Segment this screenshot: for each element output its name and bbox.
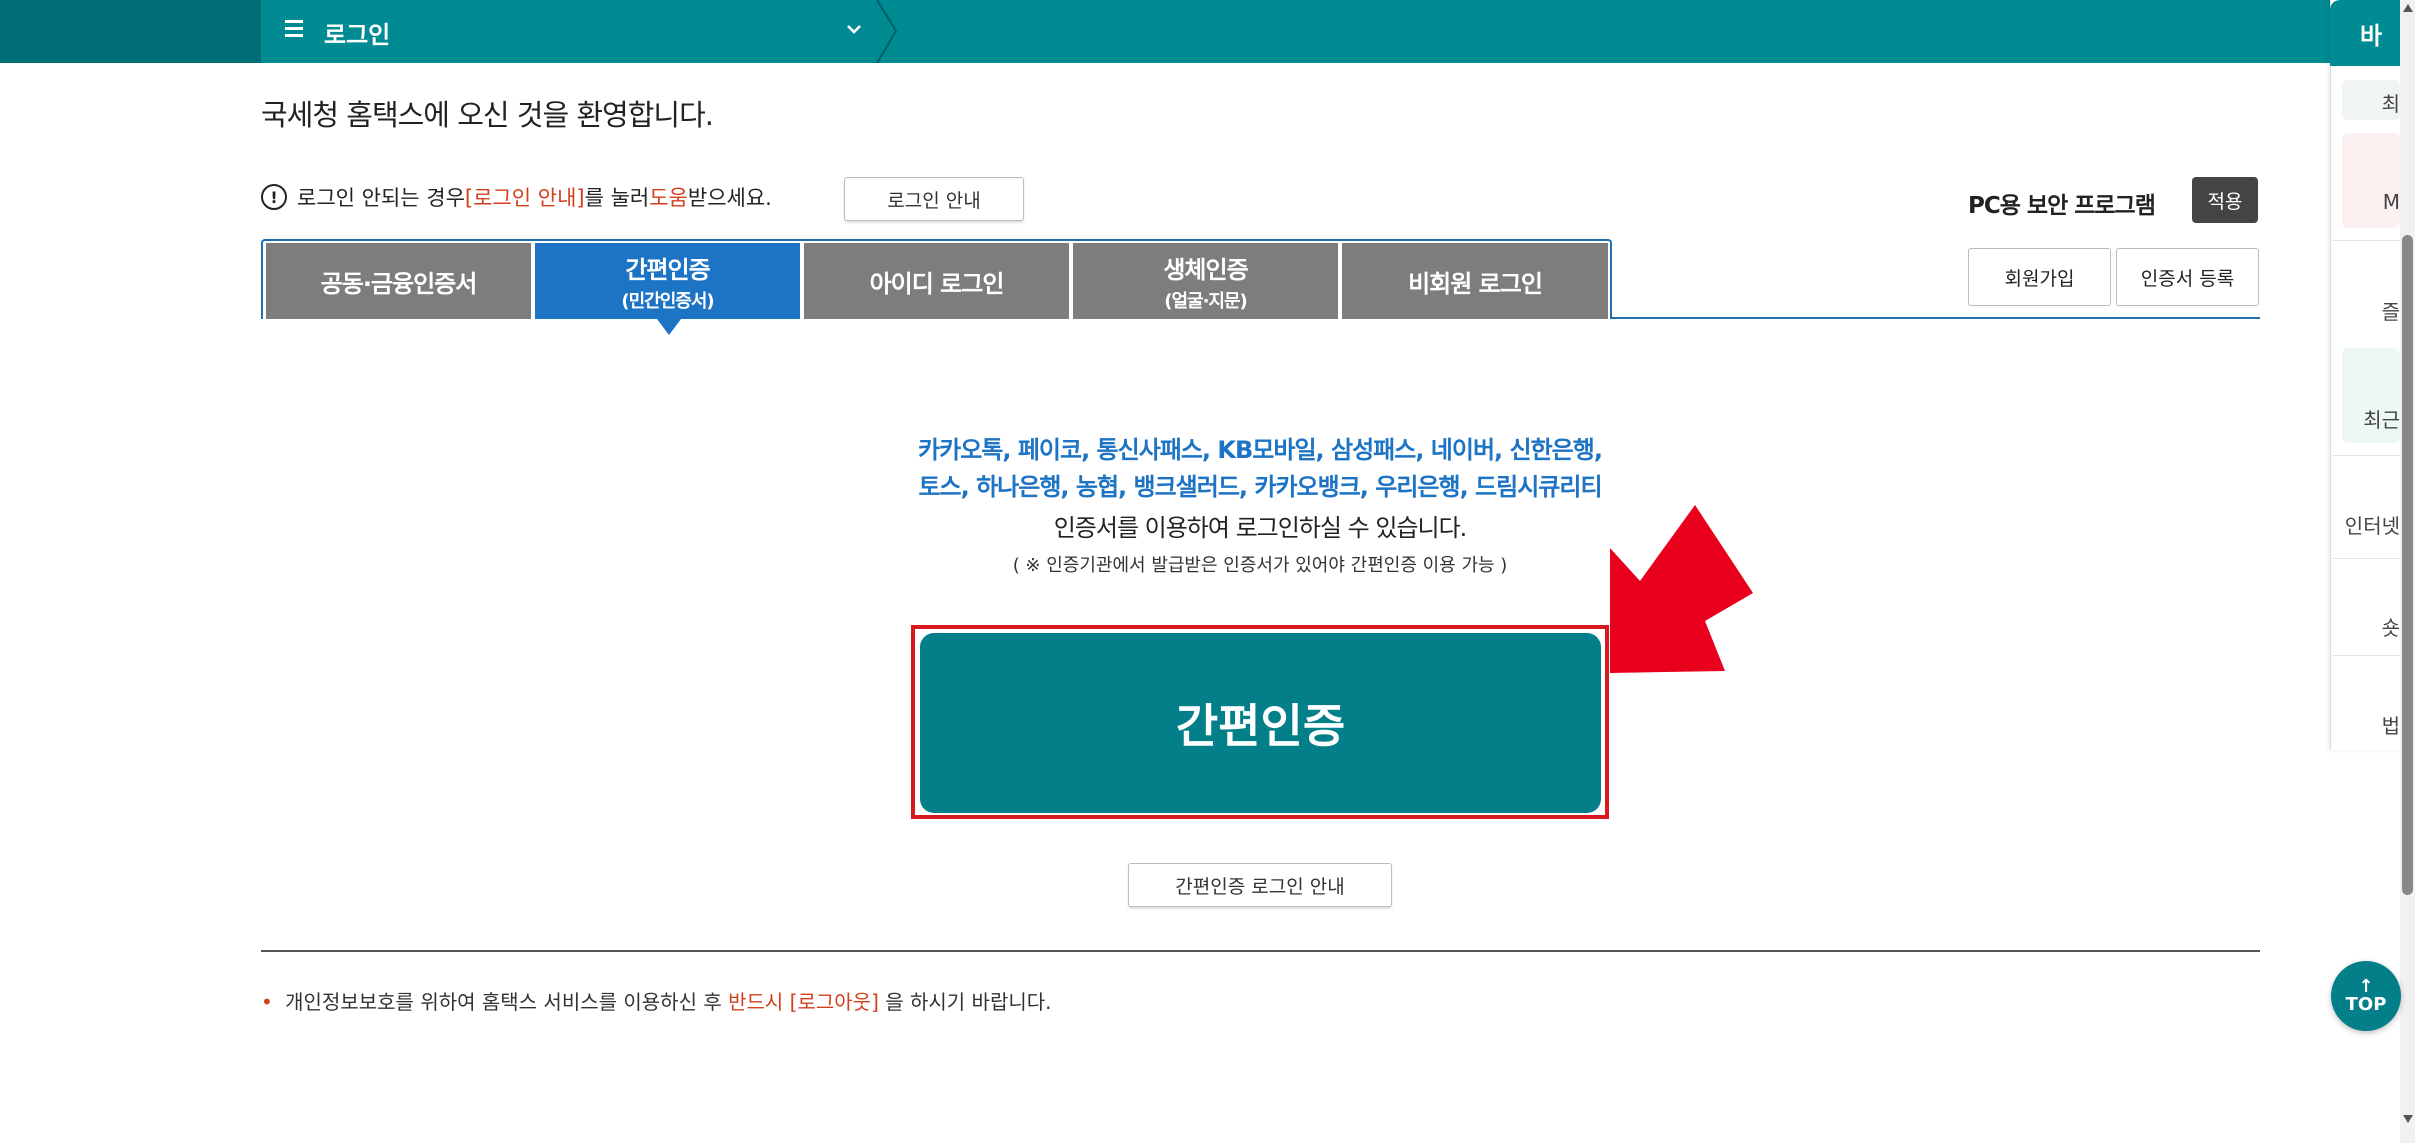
- notice-login-guide-text: [로그인 안내]: [464, 186, 585, 210]
- login-help-notice: ! 로그인 안되는 경우 [로그인 안내] 를 눌러 도움 받으세요.: [261, 182, 772, 212]
- notice-text-1: 로그인 안되는 경우: [297, 186, 465, 210]
- tab-non-member-login[interactable]: 비회원 로그인: [1342, 243, 1608, 319]
- supported-providers-list: 카카오톡, 페이코, 통신사패스, KB모바일, 삼성패스, 네이버, 신한은행…: [700, 432, 1820, 506]
- quick-menu-item[interactable]: 인터넷: [2342, 510, 2400, 539]
- active-tab-pointer: [657, 319, 681, 335]
- quick-menu-item[interactable]: M: [2342, 190, 2400, 214]
- notice-text-3: 받으세요.: [687, 186, 772, 210]
- section-divider: [261, 950, 2260, 952]
- login-guide-button[interactable]: 로그인 안내: [844, 177, 1024, 221]
- quick-menu-separator: [2332, 240, 2400, 241]
- register-certificate-button[interactable]: 인증서 등록: [2116, 248, 2259, 306]
- providers-line-1: 카카오톡, 페이코, 통신사패스, KB모바일, 삼성패스, 네이버, 신한은행…: [918, 436, 1603, 464]
- tab-simple-auth[interactable]: 간편인증 (민간인증서): [535, 243, 800, 319]
- scrollbar-thumb[interactable]: [2402, 235, 2413, 895]
- tabs-underline: [1610, 317, 2260, 319]
- quick-menu-separator: [2332, 558, 2400, 559]
- quick-menu-item[interactable]: 최근: [2342, 404, 2400, 433]
- top-bar-left-block: [0, 0, 261, 63]
- tab-label: 아이디 로그인: [869, 269, 1005, 298]
- tab-sublabel: (얼굴·지문): [1164, 290, 1248, 312]
- scroll-down-arrow-icon[interactable]: [2403, 1115, 2413, 1123]
- tab-label: 생체인증: [1163, 255, 1248, 284]
- quick-menu-item[interactable]: 법: [2342, 710, 2400, 739]
- quick-menu-separator: [2332, 455, 2400, 456]
- tab-joint-financial-cert[interactable]: 공동·금융인증서: [266, 243, 531, 319]
- footer-text-1: 개인정보보호를 위하여 홈택스 서비스를 이용하신 후: [285, 990, 729, 1014]
- pointer-arrow-icon: [1610, 505, 1753, 673]
- quick-menu-separator: [2332, 655, 2400, 656]
- tab-label: 공동·금융인증서: [320, 269, 478, 298]
- footer-logout-text: 반드시 [로그아웃]: [728, 990, 879, 1014]
- chevron-down-icon[interactable]: [843, 18, 865, 40]
- logout-reminder: • 개인정보보호를 위하여 홈택스 서비스를 이용하신 후 반드시 [로그아웃]…: [261, 986, 1052, 1015]
- welcome-heading: 국세청 홈택스에 오신 것을 환영합니다.: [261, 98, 714, 132]
- bullet: •: [261, 990, 273, 1014]
- alert-circle-icon: !: [261, 184, 287, 210]
- join-member-button[interactable]: 회원가입: [1968, 248, 2111, 306]
- top-menu-selector[interactable]: 로그인: [261, 0, 881, 63]
- quick-menu-item[interactable]: 숏: [2342, 612, 2400, 641]
- tab-id-login[interactable]: 아이디 로그인: [804, 243, 1069, 319]
- quick-menu-item[interactable]: 최: [2342, 88, 2400, 117]
- tab-biometric-auth[interactable]: 생체인증 (얼굴·지문): [1073, 243, 1338, 319]
- pc-security-program-label: PC용 보안 프로그램: [1968, 193, 2156, 219]
- top-menu-title: 로그인: [324, 21, 391, 49]
- scroll-to-top-button[interactable]: ↑ TOP: [2331, 961, 2401, 1031]
- footer-text-2: 을 하시기 바랍니다.: [885, 990, 1052, 1014]
- providers-line-2: 토스, 하나은행, 농협, 뱅크샐러드, 카카오뱅크, 우리은행, 드림시큐리티: [918, 473, 1602, 501]
- quick-menu-item[interactable]: 즐: [2342, 296, 2400, 325]
- simple-auth-guide-button[interactable]: 간편인증 로그인 안내: [1128, 863, 1392, 907]
- notice-text-2: 를 눌러: [584, 186, 650, 210]
- apply-security-button[interactable]: 적용: [2192, 177, 2258, 223]
- tab-label: 간편인증: [625, 255, 710, 284]
- notice-help-text: 도움: [649, 186, 688, 210]
- simple-auth-login-button[interactable]: 간편인증: [920, 633, 1601, 813]
- hamburger-menu-icon[interactable]: [285, 20, 303, 38]
- quick-menu-header[interactable]: 바: [2330, 0, 2400, 66]
- tab-sublabel: (민간인증서): [621, 290, 714, 312]
- top-label: TOP: [2345, 994, 2387, 1015]
- tab-label: 비회원 로그인: [1408, 269, 1543, 298]
- breadcrumb-divider-icon: [876, 0, 898, 63]
- scroll-up-arrow-icon[interactable]: [2403, 4, 2413, 12]
